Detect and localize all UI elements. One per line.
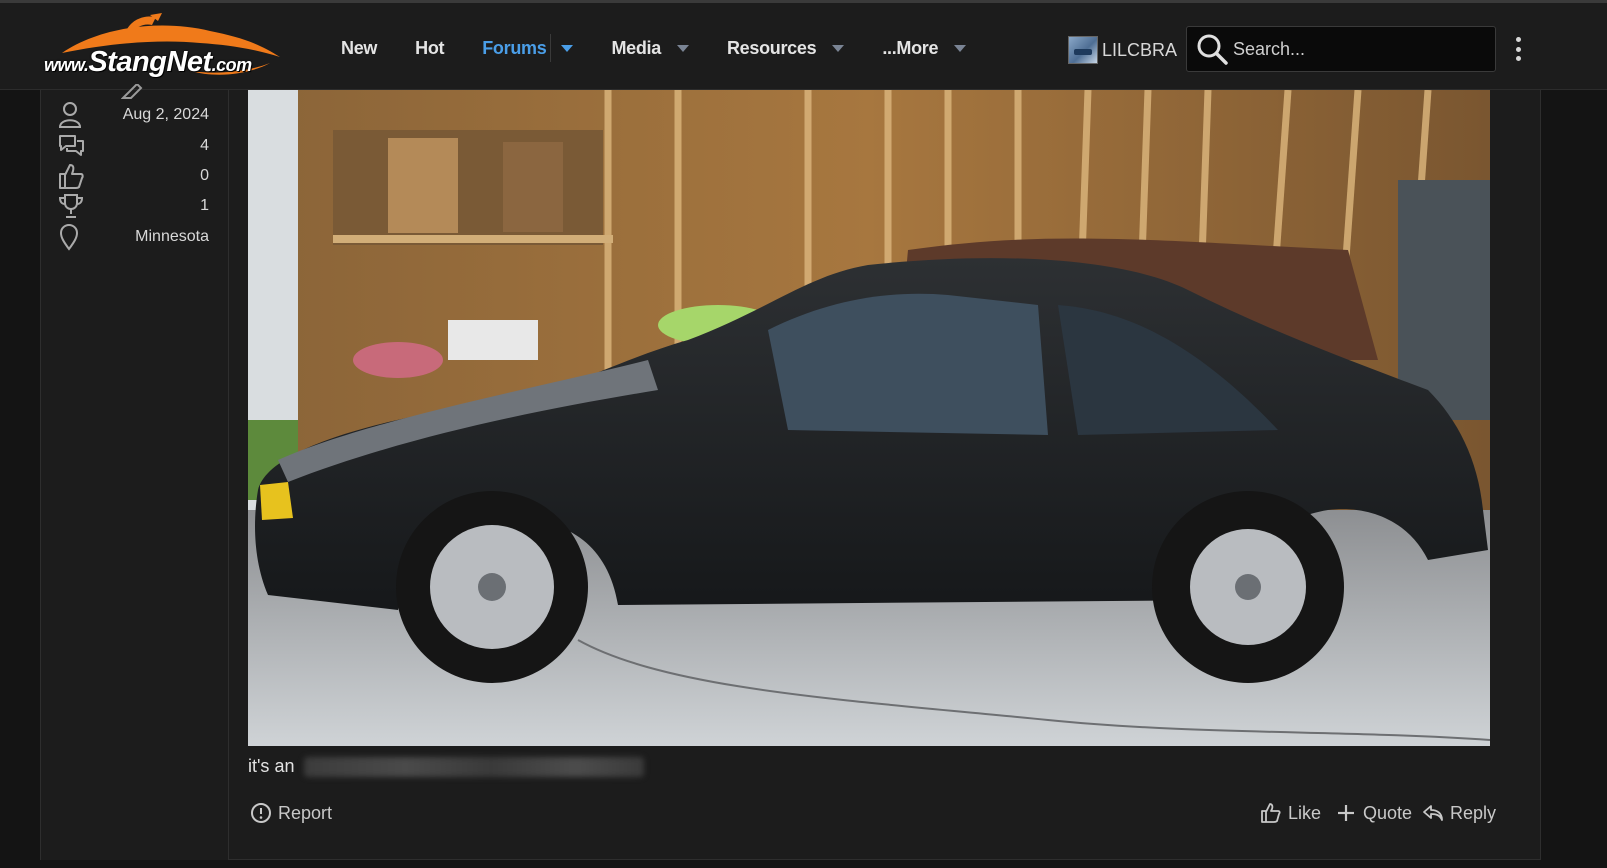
author-message-count: 4	[200, 137, 209, 154]
nav-more-label: ...More	[882, 37, 939, 58]
search-box[interactable]	[1186, 26, 1496, 72]
thumbs-up-icon	[59, 164, 84, 189]
report-button[interactable]: Report	[250, 798, 332, 828]
author-points-row: 1	[57, 191, 229, 221]
nav-divider	[550, 34, 552, 62]
avatar	[1068, 36, 1098, 64]
trophy-icon	[58, 194, 84, 218]
post-body: it's an	[248, 756, 645, 777]
quote-label: Quote	[1363, 802, 1413, 823]
quote-button[interactable]: Quote	[1335, 798, 1412, 828]
author-location: Minnesota	[135, 228, 209, 245]
location-pin-icon	[59, 223, 79, 251]
like-button[interactable]: Like	[1260, 798, 1321, 828]
nav-resources-label: Resources	[726, 37, 817, 58]
logo-prefix: www.	[44, 55, 89, 75]
post-image[interactable]	[248, 90, 1490, 746]
like-label: Like	[1288, 802, 1322, 823]
logo-name: StangNet	[88, 46, 212, 78]
nav-new-label: New	[341, 37, 378, 58]
logo-suffix: .com	[211, 55, 253, 75]
author-messages-row: 4	[57, 131, 229, 161]
messages-icon	[59, 135, 84, 156]
reply-arrow-icon	[1423, 805, 1443, 821]
top-navigation-bar: www.StangNet.com New Hot Forums Media Re…	[0, 0, 1607, 90]
nav-forums[interactable]: Forums	[463, 3, 592, 93]
plus-icon	[1338, 805, 1354, 821]
author-reaction-score: 0	[200, 167, 209, 184]
thumbs-up-icon	[1261, 803, 1281, 823]
mustang-photo	[248, 90, 1490, 746]
report-label: Report	[278, 802, 333, 823]
post-text: it's an	[248, 756, 295, 776]
chevron-down-icon[interactable]	[561, 44, 574, 52]
author-reactions-row: 0	[57, 161, 229, 191]
alert-circle-icon	[251, 803, 271, 823]
logo-wordmark: www.StangNet.com	[44, 46, 252, 79]
nav-new[interactable]: New	[322, 3, 396, 93]
chevron-down-icon[interactable]	[832, 44, 845, 52]
nav-media-label: Media	[611, 37, 661, 58]
more-options-icon[interactable]	[1512, 37, 1524, 61]
author-joined-date: Aug 2, 2024	[122, 106, 209, 123]
author-points: 1	[200, 197, 209, 214]
forum-post: Aug 2, 2024 4 0 1 Minnesota it's an Repo…	[40, 84, 1541, 860]
chevron-down-icon[interactable]	[954, 44, 967, 52]
main-nav: New Hot Forums Media Resources ...More	[322, 3, 985, 93]
edit-icon	[121, 84, 143, 99]
author-location-row: Minnesota	[57, 222, 229, 252]
nav-more[interactable]: ...More	[863, 3, 985, 93]
nav-resources[interactable]: Resources	[708, 3, 863, 93]
nav-media[interactable]: Media	[592, 3, 708, 93]
reply-button[interactable]: Reply	[1422, 798, 1496, 828]
user-icon	[58, 102, 82, 128]
post-author-sidebar: Aug 2, 2024 4 0 1 Minnesota	[41, 84, 229, 860]
redacted-text	[304, 756, 645, 777]
nav-hot[interactable]: Hot	[396, 3, 463, 93]
site-logo[interactable]: www.StangNet.com	[40, 13, 302, 83]
account-menu[interactable]: LILCBRA	[1068, 35, 1177, 65]
account-username: LILCBRA	[1102, 39, 1178, 60]
reply-label: Reply	[1450, 802, 1497, 823]
post-message: it's an Report Like Quote Reply	[229, 90, 1541, 860]
chevron-down-icon[interactable]	[676, 44, 689, 52]
post-action-bar: Report Like Quote Reply	[248, 798, 1496, 828]
search-input[interactable]	[1233, 38, 1473, 60]
nav-hot-label: Hot	[415, 37, 445, 58]
nav-forums-label: Forums	[482, 37, 547, 58]
search-icon	[1197, 34, 1228, 65]
author-joined-row: Aug 2, 2024	[57, 100, 229, 130]
